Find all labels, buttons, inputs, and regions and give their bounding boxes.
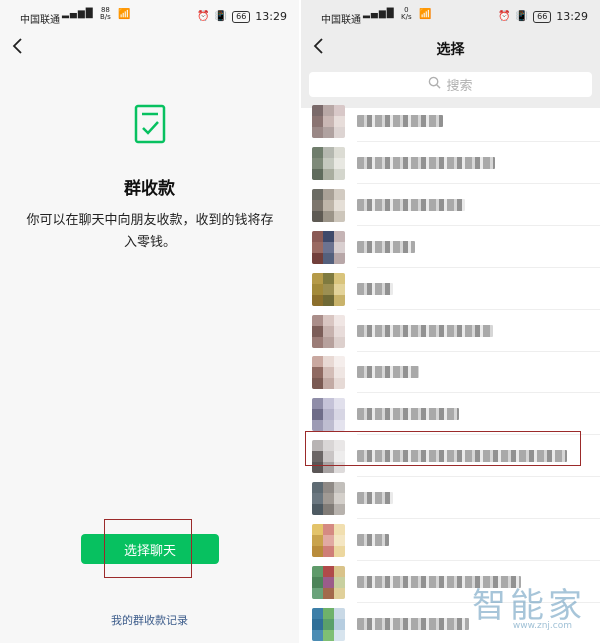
avatar xyxy=(312,565,345,599)
group-collect-screen: 中国联通 ▂▄▆█ 88 B/s 📶 ⏰ 📳 66 13:29 群收款 你可以在聊… xyxy=(0,0,299,643)
back-arrow-icon[interactable] xyxy=(8,36,28,56)
chat-name-blurred xyxy=(357,366,419,379)
avatar xyxy=(312,314,345,348)
signal-icon: ▂▄▆█ xyxy=(363,9,395,19)
chat-list-item[interactable] xyxy=(301,519,600,561)
avatar xyxy=(312,398,345,432)
chat-name-blurred xyxy=(357,492,393,505)
search-icon xyxy=(428,76,442,93)
search-input[interactable]: 搜索 xyxy=(309,72,592,97)
net-speed: 0 K/s xyxy=(401,6,412,21)
select-header: 中国联通 ▂▄▆█ 0 K/s 📶 ⏰ 📳 66 13:29 选择 搜索 xyxy=(301,0,600,108)
chat-list-item[interactable] xyxy=(301,393,600,436)
avatar xyxy=(312,272,345,306)
chat-name-blurred xyxy=(357,115,443,127)
avatar xyxy=(312,230,345,264)
status-right: ⏰ 📳 66 13:29 xyxy=(197,10,287,23)
page-description: 你可以在聊天中向朋友收款，收到的钱将存入零钱。 xyxy=(26,213,274,250)
chat-list-item[interactable] xyxy=(301,100,600,142)
chat-list-item[interactable] xyxy=(301,226,600,268)
chat-name-blurred xyxy=(357,240,415,253)
chat-list-item[interactable] xyxy=(301,310,600,352)
page-title: 选择 xyxy=(436,42,465,58)
chat-list-item[interactable] xyxy=(301,477,600,520)
status-bar: 中国联通 ▂▄▆█ 88 B/s 📶 ⏰ 📳 66 13:29 xyxy=(0,0,299,34)
avatar xyxy=(312,607,345,641)
chat-list-item[interactable] xyxy=(301,268,600,310)
collect-document-icon xyxy=(134,104,166,144)
vibrate-icon: 📳 xyxy=(214,11,228,22)
clock: 13:29 xyxy=(255,10,287,23)
chat-name-blurred xyxy=(357,156,495,169)
carrier-label: 中国联通 xyxy=(20,15,60,26)
chat-name-blurred xyxy=(357,408,459,421)
clock: 13:29 xyxy=(556,10,588,23)
avatar xyxy=(312,146,345,180)
wifi-icon: 📶 xyxy=(118,9,131,20)
wifi-icon: 📶 xyxy=(419,9,432,20)
alarm-icon: ⏰ xyxy=(498,11,511,22)
search-placeholder: 搜索 xyxy=(446,79,473,94)
watermark-logo: 智能家 xyxy=(472,586,586,626)
watermark-url: www.znj.com xyxy=(512,621,572,631)
chat-name-blurred xyxy=(357,534,389,546)
annotation-box xyxy=(104,519,192,578)
carrier-label: 中国联通 xyxy=(321,15,361,26)
net-speed: 88 B/s xyxy=(100,6,111,21)
chat-name-blurred xyxy=(357,198,465,211)
signal-icon: ▂▄▆█ xyxy=(62,9,94,19)
battery-indicator: 66 xyxy=(232,10,251,23)
avatar xyxy=(312,188,345,222)
chat-list-item[interactable] xyxy=(301,142,600,184)
chat-list-item[interactable] xyxy=(301,351,600,394)
battery-indicator: 66 xyxy=(533,10,552,23)
annotation-box xyxy=(305,431,581,466)
chat-list-item[interactable] xyxy=(301,184,600,226)
alarm-icon: ⏰ xyxy=(197,11,210,22)
page-title: 群收款 xyxy=(124,179,175,199)
vibrate-icon: 📳 xyxy=(515,11,529,22)
avatar xyxy=(312,482,345,516)
collect-records-link[interactable]: 我的群收款记录 xyxy=(0,612,299,628)
chat-name-blurred xyxy=(357,282,393,295)
status-bar: 中国联通 ▂▄▆█ 0 K/s 📶 ⏰ 📳 66 13:29 xyxy=(301,0,600,34)
chat-name-blurred xyxy=(357,324,493,337)
select-chat-screen: 中国联通 ▂▄▆█ 0K/s 📶 ⏰ 📳 66 13:29 选择 搜索 智能家 xyxy=(301,0,600,643)
status-right: ⏰ 📳 66 13:29 xyxy=(498,10,588,23)
chat-name-blurred xyxy=(357,617,469,630)
avatar xyxy=(312,524,345,557)
avatar xyxy=(312,105,345,138)
avatar xyxy=(312,356,345,390)
